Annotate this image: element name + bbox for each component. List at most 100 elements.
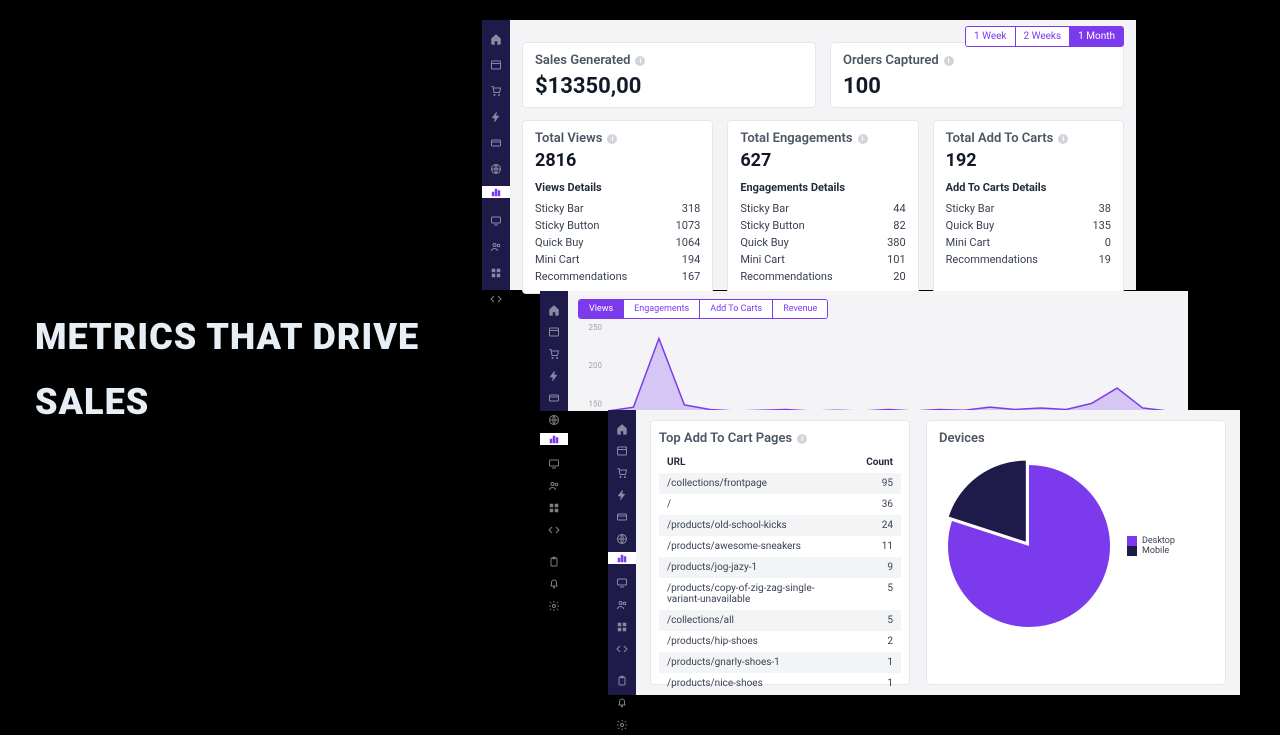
card-icon[interactable] <box>616 508 628 520</box>
detail-row: Quick Buy135 <box>946 217 1111 234</box>
top-pages-card: Top Add To Cart Pagesi URL Count /collec… <box>650 420 910 685</box>
chart-metric-tabs[interactable]: ViewsEngagementsAdd To CartsRevenue <box>578 299 828 319</box>
details-title: Engagements Details <box>740 181 905 194</box>
table-row[interactable]: /products/copy-of-zig-zag-single-variant… <box>659 578 901 610</box>
top-pages-title: Top Add To Cart Pages <box>659 431 792 446</box>
orders-value: 100 <box>843 74 1111 99</box>
globe-icon[interactable] <box>616 530 628 542</box>
chart-tab-add-to-carts[interactable]: Add To Carts <box>699 300 772 318</box>
gear-icon[interactable] <box>548 597 560 609</box>
card-icon[interactable] <box>548 389 560 401</box>
bell-icon[interactable] <box>616 694 628 706</box>
table-row[interactable]: /products/old-school-kicks24 <box>659 515 901 536</box>
stat-value: 192 <box>946 150 1111 171</box>
monitor-icon[interactable] <box>548 455 560 467</box>
monitor-icon[interactable] <box>616 574 628 586</box>
detail-row: Mini Cart101 <box>740 251 905 268</box>
info-icon[interactable]: i <box>858 134 868 144</box>
sidebar-nav <box>482 20 510 290</box>
table-row[interactable]: /products/jog-jazy-19 <box>659 557 901 578</box>
detail-row: Mini Cart0 <box>946 234 1111 251</box>
bell-icon[interactable] <box>548 575 560 587</box>
gear-icon[interactable] <box>616 716 628 728</box>
home-icon[interactable] <box>490 30 502 42</box>
timerange-1-month[interactable]: 1 Month <box>1069 27 1123 46</box>
time-range-toggle[interactable]: 1 Week2 Weeks1 Month <box>965 26 1124 47</box>
chart-icon[interactable] <box>540 433 568 445</box>
globe-icon[interactable] <box>490 160 502 172</box>
info-icon[interactable]: i <box>797 434 807 444</box>
chart-tab-revenue[interactable]: Revenue <box>772 300 827 318</box>
globe-icon[interactable] <box>548 411 560 423</box>
home-icon[interactable] <box>548 301 560 313</box>
chart-tab-views[interactable]: Views <box>579 300 623 318</box>
chart-icon[interactable] <box>482 186 510 198</box>
grid-icon[interactable] <box>548 499 560 511</box>
info-icon[interactable]: i <box>635 56 645 66</box>
chart-icon[interactable] <box>608 552 636 564</box>
code-icon[interactable] <box>490 290 502 302</box>
legend-item: Mobile <box>1127 546 1175 556</box>
grid-icon[interactable] <box>490 264 502 276</box>
svg-text:150: 150 <box>589 399 603 408</box>
devices-card: Devices DesktopMobile <box>926 420 1226 685</box>
table-row[interactable]: /products/awesome-sneakers11 <box>659 536 901 557</box>
window-icon[interactable] <box>616 442 628 454</box>
sales-value: $13350,00 <box>535 74 803 99</box>
details-title: Add To Carts Details <box>946 181 1111 194</box>
sales-generated-card: Sales Generated i $13350,00 <box>522 42 816 108</box>
table-row[interactable]: /products/gnarly-shoes-11 <box>659 652 901 673</box>
bolt-icon[interactable] <box>616 486 628 498</box>
info-icon[interactable]: i <box>1058 134 1068 144</box>
metrics-dashboard-panel: 1 Week2 Weeks1 Month Sales Generated i $1… <box>482 20 1136 290</box>
table-row[interactable]: /products/hip-shoes2 <box>659 631 901 652</box>
table-row[interactable]: /products/nice-shoes1 <box>659 673 901 694</box>
table-row[interactable]: /36 <box>659 494 901 515</box>
legend-item: Desktop <box>1127 536 1175 546</box>
sidebar-nav <box>540 291 568 411</box>
stat-label: Total Add To Carts <box>946 131 1054 146</box>
cart-icon[interactable] <box>490 82 502 94</box>
bolt-icon[interactable] <box>548 367 560 379</box>
cart-icon[interactable] <box>616 464 628 476</box>
info-icon[interactable]: i <box>944 56 954 66</box>
details-panel: Top Add To Cart Pagesi URL Count /collec… <box>608 410 1240 695</box>
stat-value: 2816 <box>535 150 700 171</box>
table-row[interactable]: /collections/all5 <box>659 610 901 631</box>
code-icon[interactable] <box>548 521 560 533</box>
detail-row: Quick Buy1064 <box>535 234 700 251</box>
users-icon[interactable] <box>616 596 628 608</box>
card-icon[interactable] <box>490 134 502 146</box>
bolt-icon[interactable] <box>490 108 502 120</box>
grid-icon[interactable] <box>616 618 628 630</box>
chart-panel: ViewsEngagementsAdd To CartsRevenue 150 2… <box>540 291 1188 411</box>
timerange-1-week[interactable]: 1 Week <box>966 27 1015 46</box>
window-icon[interactable] <box>548 323 560 335</box>
stat-card: Total Viewsi 2816 Views DetailsSticky Ba… <box>522 120 713 294</box>
clipboard-icon[interactable] <box>548 553 560 565</box>
clipboard-icon[interactable] <box>616 672 628 684</box>
orders-label: Orders Captured <box>843 53 939 68</box>
timerange-2-weeks[interactable]: 2 Weeks <box>1015 27 1070 46</box>
users-icon[interactable] <box>490 238 502 250</box>
orders-captured-card: Orders Captured i 100 <box>830 42 1124 108</box>
window-icon[interactable] <box>490 56 502 68</box>
table-row[interactable]: /collections/frontpage95 <box>659 473 901 494</box>
detail-row: Sticky Button1073 <box>535 217 700 234</box>
users-icon[interactable] <box>548 477 560 489</box>
sidebar-nav <box>608 410 636 695</box>
detail-row: Recommendations19 <box>946 251 1111 268</box>
svg-text:200: 200 <box>589 361 603 370</box>
legend-swatch <box>1127 546 1137 556</box>
views-line-chart: 150200250 <box>578 323 1178 415</box>
devices-title: Devices <box>939 431 985 446</box>
sales-label: Sales Generated <box>535 53 630 68</box>
monitor-icon[interactable] <box>490 212 502 224</box>
chart-tab-engagements[interactable]: Engagements <box>623 300 699 318</box>
info-icon[interactable]: i <box>607 134 617 144</box>
code-icon[interactable] <box>616 640 628 652</box>
stat-card: Total Engagementsi 627 Engagements Detai… <box>727 120 918 294</box>
cart-icon[interactable] <box>548 345 560 357</box>
devices-legend: DesktopMobile <box>1127 536 1175 556</box>
home-icon[interactable] <box>616 420 628 432</box>
